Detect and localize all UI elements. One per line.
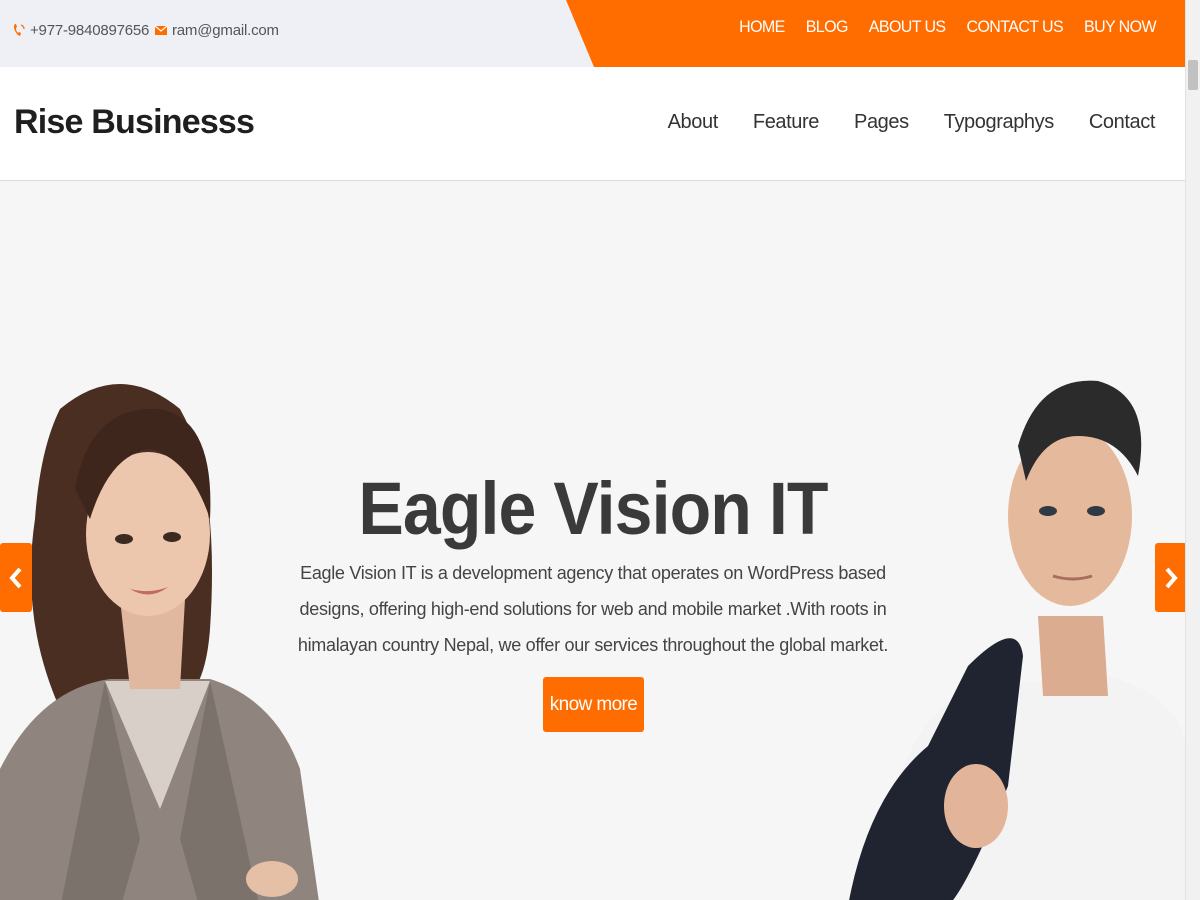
top-menu-contact-us[interactable]: CONTACT US [967, 19, 1064, 38]
chevron-left-icon [9, 567, 22, 588]
main-menu-contact[interactable]: Contact [1089, 111, 1156, 134]
hero-title: Eagle Vision IT [358, 466, 828, 550]
phone-number: +977-9840897656 [30, 21, 150, 39]
email-contact[interactable]: ram@gmail.com [154, 20, 279, 40]
site-logo[interactable]: Rise Businesss [14, 103, 255, 142]
page-scrollbar[interactable] [1185, 0, 1200, 900]
hero-description: Eagle Vision IT is a development agency … [297, 563, 889, 655]
top-menu-home[interactable]: HOME [739, 19, 785, 38]
slider-next-button[interactable] [1155, 543, 1186, 612]
chevron-right-icon [1165, 567, 1178, 588]
main-menu: About Feature Pages Typographys Contact [668, 111, 1156, 134]
phone-icon [14, 24, 25, 36]
site-header: Rise Businesss About Feature Pages Typog… [0, 67, 1186, 181]
top-menu-blog[interactable]: BLOG [806, 19, 849, 38]
slider-prev-button[interactable] [0, 543, 32, 612]
scrollbar-thumb[interactable] [1188, 60, 1198, 90]
main-menu-typographys[interactable]: Typographys [944, 111, 1055, 134]
email-address: ram@gmail.com [172, 21, 279, 39]
top-menu-about-us[interactable]: ABOUT US [869, 19, 946, 38]
phone-contact[interactable]: +977-9840897656 [12, 20, 149, 40]
know-more-button[interactable]: know more [543, 677, 644, 732]
top-menu: HOME BLOG ABOUT US CONTACT US BUY NOW [739, 19, 1156, 37]
main-menu-pages[interactable]: Pages [854, 111, 909, 134]
hero-slider: Eagle Vision IT Eagle Vision IT is a dev… [0, 181, 1186, 900]
main-menu-about[interactable]: About [668, 111, 719, 134]
woman-image [0, 384, 319, 900]
main-menu-feature[interactable]: Feature [753, 111, 820, 134]
envelope-icon [154, 25, 168, 35]
top-menu-buy-now[interactable]: BUY NOW [1084, 19, 1157, 38]
top-bar: +977-9840897656 ram@gmail.com HOME BLOG … [0, 0, 1186, 67]
